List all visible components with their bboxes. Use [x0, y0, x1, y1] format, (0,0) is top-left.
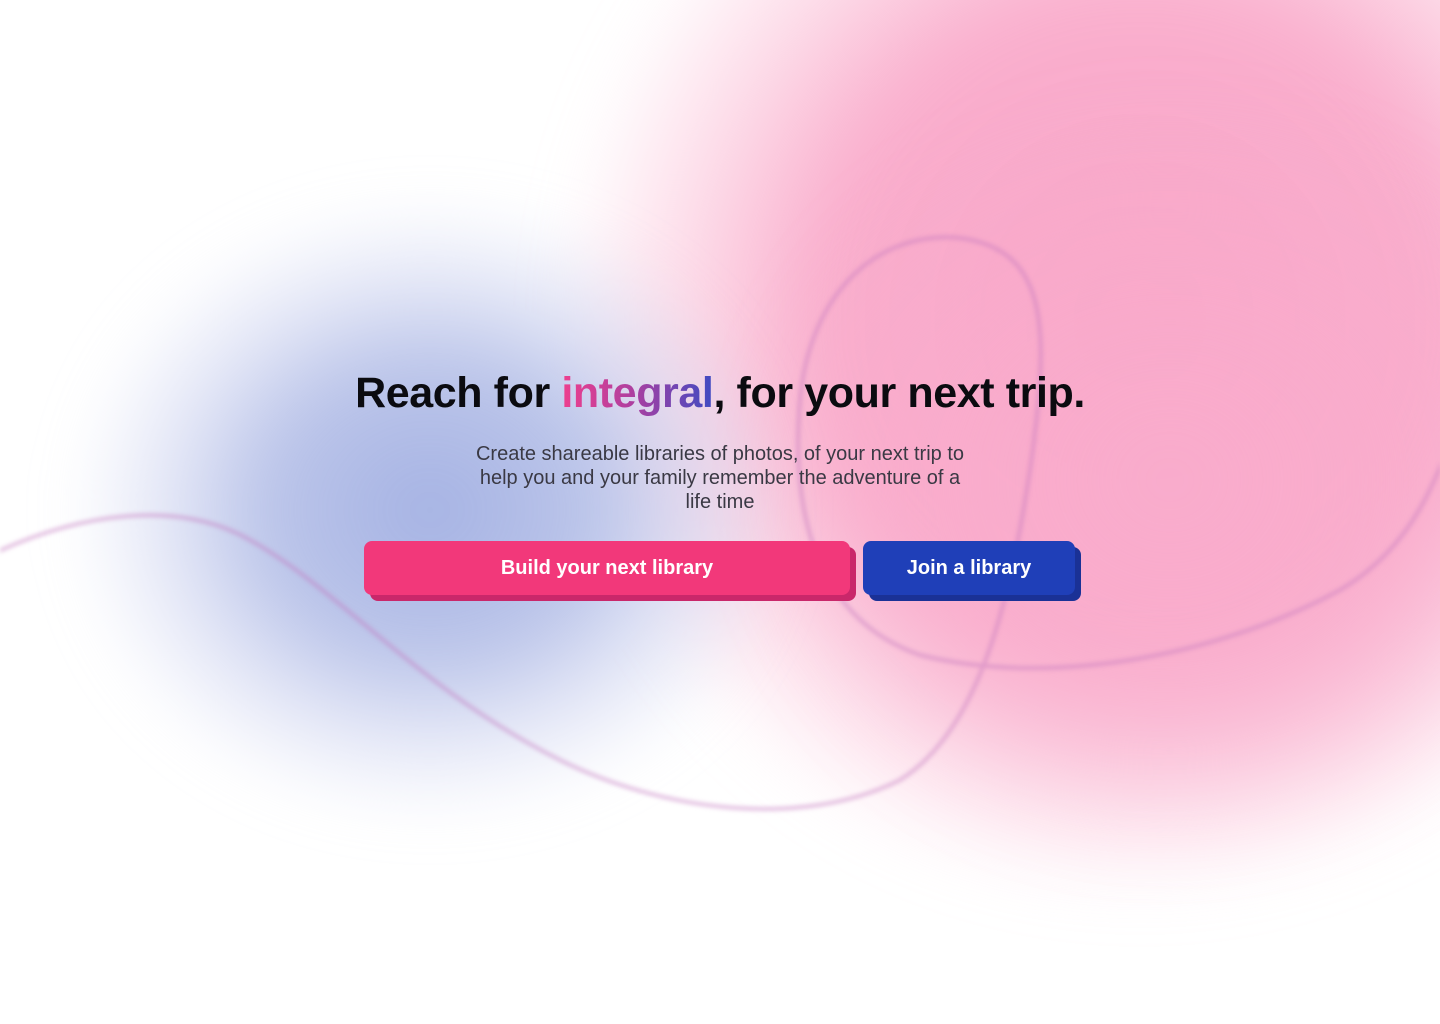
headline-brand-accent: integral — [561, 369, 714, 417]
hero-actions: Build your next library Join a library — [364, 541, 1084, 605]
headline-prefix: Reach for — [355, 369, 562, 417]
build-library-button[interactable]: Build your next library — [364, 541, 850, 595]
join-library-button[interactable]: Join a library — [863, 541, 1075, 595]
hero-headline: Reach for integral, for your next trip. — [0, 366, 1440, 420]
headline-suffix: , for your next trip. — [713, 369, 1085, 417]
hero-section: Reach for integral, for your next trip. … — [0, 366, 1440, 514]
decorative-curve-left — [0, 235, 1440, 811]
landing-page: Reach for integral, for your next trip. … — [0, 0, 1440, 1024]
hero-subtitle: Create shareable libraries of photos, of… — [475, 443, 965, 513]
